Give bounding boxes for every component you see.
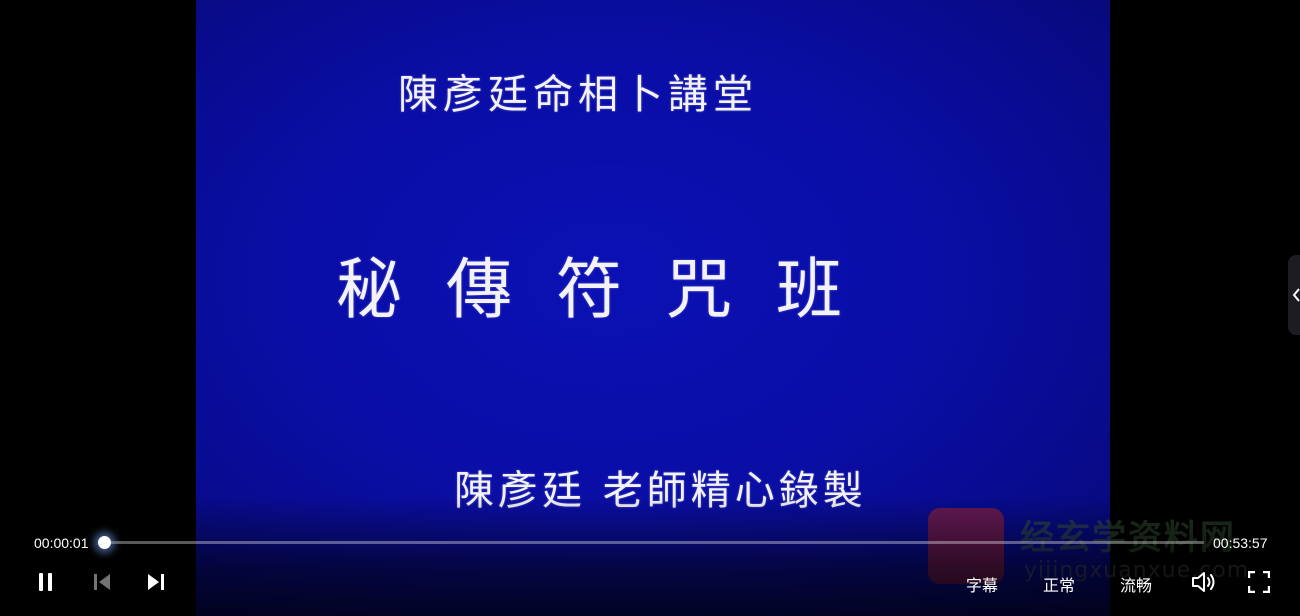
chevron-left-icon: [1292, 288, 1300, 302]
skip-previous-icon: [94, 574, 110, 590]
pause-icon: [39, 573, 52, 591]
volume-button[interactable]: [1190, 569, 1218, 595]
quality-button[interactable]: 流畅: [1120, 572, 1152, 596]
video-course-title: 秘傳符咒班: [336, 251, 886, 328]
subtitle-button[interactable]: 字幕: [966, 572, 998, 596]
current-time: 00:00:01: [34, 535, 89, 551]
duration-time: 00:53:57: [1213, 535, 1268, 551]
side-panel-toggle[interactable]: [1288, 255, 1300, 335]
previous-button[interactable]: [90, 569, 114, 595]
video-lecture-hall-text: 陳彥廷命相卜講堂: [398, 72, 758, 118]
skip-next-icon: [148, 574, 164, 590]
fullscreen-icon: [1248, 571, 1270, 593]
playback-speed-button[interactable]: 正常: [1043, 572, 1075, 596]
progress-bar[interactable]: [98, 536, 1204, 549]
controls-bar: [0, 496, 1300, 616]
fullscreen-button[interactable]: [1246, 569, 1272, 595]
volume-icon: [1192, 572, 1215, 592]
video-player[interactable]: 陳彥廷命相卜講堂 秘傳符咒班 陳彥廷 老師精心錄製 经玄学资料网 yijingx…: [0, 0, 1300, 616]
pause-button[interactable]: [34, 569, 58, 595]
next-button[interactable]: [144, 569, 168, 595]
